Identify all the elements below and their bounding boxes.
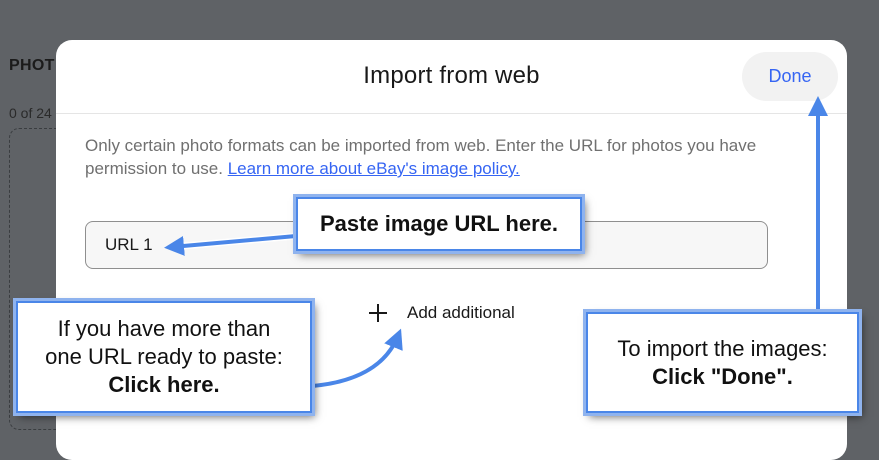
callout-more-line3: Click here.: [108, 372, 220, 397]
callout-more-line2: one URL ready to paste:: [45, 344, 283, 369]
callout-click-done: To import the images: Click "Done".: [586, 312, 859, 413]
callout-more-line1: If you have more than: [57, 316, 271, 341]
arrow-to-url-field: [164, 234, 298, 256]
callout-done-line1: To import the images:: [617, 335, 828, 361]
callout-done-line2: Click "Done".: [652, 363, 793, 389]
callout-add-more-urls: If you have more than one URL ready to p…: [16, 301, 312, 413]
callout-paste-text: Paste image URL here.: [319, 211, 559, 236]
callout-paste-url: Paste image URL here.: [296, 197, 582, 251]
